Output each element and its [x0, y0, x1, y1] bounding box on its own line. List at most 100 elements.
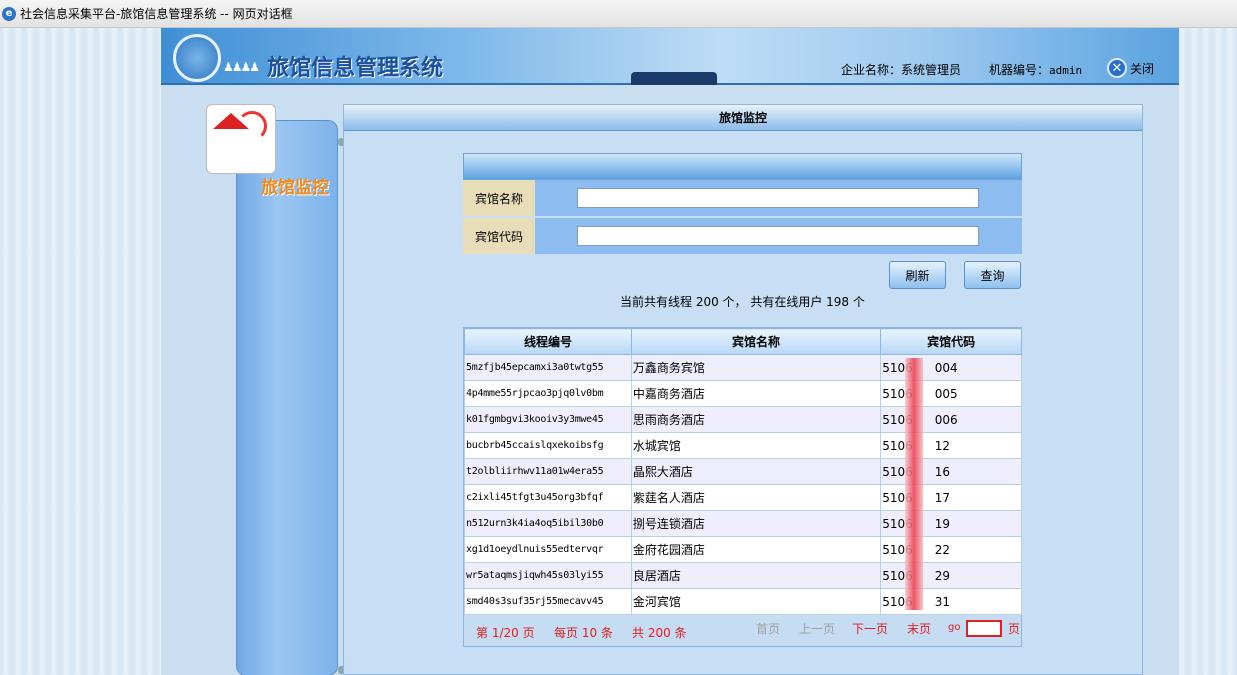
hotel-code-cell: 5106 005 — [880, 380, 1022, 407]
table-row[interactable]: t2olbliirhwv11a01w4era55 晶熙大酒店 5106 16 — [464, 458, 1022, 485]
table-row[interactable]: xg1d1oeydlnuis55edtervqr 金府花园酒店 5106 22 — [464, 536, 1022, 563]
sidebar-title: 旅馆监控 — [261, 178, 329, 198]
machine-value: admin — [1049, 64, 1083, 77]
hotel-code-suffix: 12 — [934, 438, 951, 453]
hotel-code-suffix: 22 — [934, 542, 951, 557]
hotel-name-cell: 金河宾馆 — [630, 588, 882, 615]
app-title: 旅馆信息管理系统 — [267, 56, 444, 81]
hotel-code-cell: 5106 16 — [880, 458, 1022, 485]
hotel-code-row: 宾馆代码 — [463, 218, 1022, 256]
hotel-code-cell: 5106 29 — [880, 562, 1022, 589]
hotel-code-label: 宾馆代码 — [463, 218, 535, 254]
search-form: 宾馆名称 宾馆代码 — [463, 153, 1022, 256]
pager-go-label: go — [948, 622, 961, 633]
hotel-code-cell: 5106 31 — [880, 588, 1022, 615]
window-title: 社会信息采集平台-旅馆信息管理系统 -- 网页对话框 — [20, 7, 293, 21]
thread-table: 线程编号 宾馆名称 宾馆代码 5mzfjb45epcamxi3a0twtg55 万… — [464, 328, 1022, 615]
header-hotel-code: 宾馆代码 — [880, 328, 1022, 355]
hotel-code-suffix: 17 — [934, 490, 951, 505]
hotel-name-cell: 晶熙大酒店 — [630, 458, 882, 485]
summary-text: 当前共有线程 200 个， 共有在线用户 198 个 — [620, 295, 865, 309]
app-header: ♟♟♟♟ 旅馆信息管理系统 企业名称：系统管理员 机器编号：admin ✕ 关闭 — [161, 28, 1179, 85]
hotel-code-suffix: 16 — [934, 464, 951, 479]
hotel-name-cell: 万鑫商务宾馆 — [630, 354, 882, 381]
hotel-name-cell: 水城宾馆 — [630, 432, 882, 459]
pager-page-suffix: 页 — [1008, 622, 1021, 636]
monitor-logo-icon — [206, 104, 276, 174]
table-row[interactable]: smd40s3suf35rj55mecavv45 金河宾馆 5106 31 — [464, 588, 1022, 615]
table-row[interactable]: n512urn3k4ia4oq5ibil30b0 捌号连锁酒店 5106 19 — [464, 510, 1022, 537]
pager-last[interactable]: 末页 — [907, 620, 931, 637]
hotel-code-suffix: 005 — [934, 386, 958, 401]
table-row[interactable]: k01fgmbgvi3kooiv3y3mwe45 思雨商务酒店 5106 006 — [464, 406, 1022, 433]
thread-id-cell: xg1d1oeydlnuis55edtervqr — [464, 536, 632, 563]
sidebar — [236, 120, 338, 675]
thread-id-cell: wr5ataqmsjiqwh45s03lyi55 — [464, 562, 632, 589]
pager-go-input[interactable] — [966, 620, 1002, 637]
header-decoration — [631, 72, 717, 85]
thread-id-cell: t2olbliirhwv11a01w4era55 — [464, 458, 632, 485]
hotel-name-cell: 捌号连锁酒店 — [630, 510, 882, 537]
table-row[interactable]: 5mzfjb45epcamxi3a0twtg55 万鑫商务宾馆 5106 004 — [464, 354, 1022, 381]
hotel-code-cell: 5106 006 — [880, 406, 1022, 433]
hotel-name-cell: 紫莛名人酒店 — [630, 484, 882, 511]
hotel-name-cell: 良居酒店 — [630, 562, 882, 589]
hotel-code-suffix: 19 — [934, 516, 951, 531]
table-row[interactable]: wr5ataqmsjiqwh45s03lyi55 良居酒店 5106 29 — [464, 562, 1022, 589]
close-icon: ✕ — [1107, 58, 1127, 78]
thread-id-cell: 5mzfjb45epcamxi3a0twtg55 — [464, 354, 632, 381]
hotel-name-cell: 金府花园酒店 — [630, 536, 882, 563]
window-titlebar: e 社会信息采集平台-旅馆信息管理系统 -- 网页对话框 — [0, 0, 1237, 28]
thread-id-cell: smd40s3suf35rj55mecavv45 — [464, 588, 632, 615]
pager-prev[interactable]: 上一页 — [799, 620, 835, 637]
query-button[interactable]: 查询 — [964, 261, 1021, 289]
logo-icon — [173, 34, 221, 82]
refresh-button[interactable]: 刷新 — [889, 261, 946, 289]
machine-label: 机器编号： — [989, 63, 1050, 77]
thread-table-container: 线程编号 宾馆名称 宾馆代码 5mzfjb45epcamxi3a0twtg55 万… — [463, 327, 1022, 647]
thread-id-cell: k01fgmbgvi3kooiv3y3mwe45 — [464, 406, 632, 433]
redaction-mark — [905, 358, 923, 610]
main-panel: 旅馆监控 宾馆名称 宾馆代码 刷新 查询 当前共有线程 200 个， 共有在线用… — [343, 104, 1143, 675]
thread-id-cell: bucbrb45ccaislqxekoibsfg — [464, 432, 632, 459]
hotel-code-cell: 5106 12 — [880, 432, 1022, 459]
hotel-code-suffix: 004 — [934, 360, 958, 375]
hotel-code-suffix: 29 — [934, 568, 951, 583]
thread-id-cell: c2ixli45tfgt3u45org3bfqf — [464, 484, 632, 511]
close-button[interactable]: ✕ 关闭 — [1107, 58, 1154, 78]
panel-title: 旅馆监控 — [344, 105, 1142, 131]
hotel-code-cell: 5106 004 — [880, 354, 1022, 381]
hotel-code-cell: 5106 17 — [880, 484, 1022, 511]
hotel-name-cell: 中嘉商务酒店 — [630, 380, 882, 407]
form-header — [463, 153, 1022, 180]
machine-info: 机器编号：admin — [989, 61, 1082, 78]
hotel-code-input[interactable] — [577, 226, 979, 246]
pager-page-info: 第 1/20 页 — [476, 626, 535, 640]
header-hotel-name: 宾馆名称 — [630, 328, 882, 355]
hotel-name-input[interactable] — [577, 188, 979, 208]
thread-id-cell: n512urn3k4ia4oq5ibil30b0 — [464, 510, 632, 537]
header-thread-id: 线程编号 — [464, 328, 632, 355]
hotel-name-row: 宾馆名称 — [463, 180, 1022, 218]
pager-first[interactable]: 首页 — [756, 620, 780, 637]
hotel-name-label: 宾馆名称 — [463, 180, 535, 216]
pager-total: 共 200 条 — [632, 626, 687, 640]
people-icon: ♟♟♟♟ — [223, 60, 260, 74]
hotel-code-suffix: 006 — [934, 412, 958, 427]
ie-icon: e — [2, 6, 16, 21]
hotel-code-cell: 5106 19 — [880, 510, 1022, 537]
pager-per-page: 每页 10 条 — [554, 626, 613, 640]
app-frame: ♟♟♟♟ 旅馆信息管理系统 企业名称：系统管理员 机器编号：admin ✕ 关闭… — [161, 28, 1179, 675]
table-row[interactable]: 4p4mme55rjpcao3pjq0lv0bm 中嘉商务酒店 5106 005 — [464, 380, 1022, 407]
thread-id-cell: 4p4mme55rjpcao3pjq0lv0bm — [464, 380, 632, 407]
table-row[interactable]: bucbrb45ccaislqxekoibsfg 水城宾馆 5106 12 — [464, 432, 1022, 459]
table-row[interactable]: c2ixli45tfgt3u45org3bfqf 紫莛名人酒店 5106 17 — [464, 484, 1022, 511]
hotel-code-cell: 5106 22 — [880, 536, 1022, 563]
pager-next[interactable]: 下一页 — [852, 620, 888, 637]
table-header-row: 线程编号 宾馆名称 宾馆代码 — [464, 328, 1022, 355]
signal-icon — [237, 111, 267, 141]
hotel-code-suffix: 31 — [934, 594, 951, 609]
company-info: 企业名称：系统管理员 — [841, 63, 962, 77]
pager: 第 1/20 页 每页 10 条 共 200 条 首页 上一页 下一页 末页 g… — [464, 618, 1023, 646]
hotel-name-cell: 思雨商务酒店 — [630, 406, 882, 433]
